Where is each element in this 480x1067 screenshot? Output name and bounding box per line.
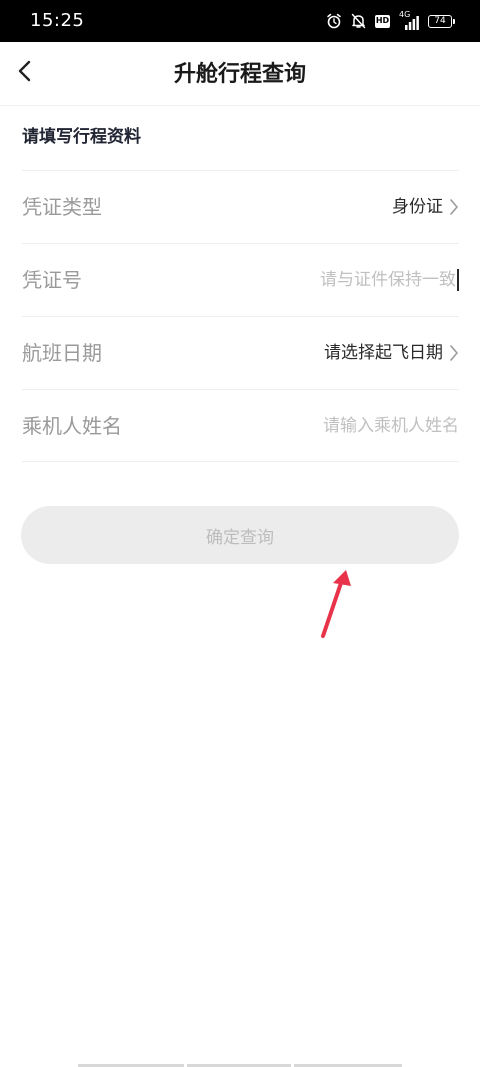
confirm-query-button[interactable]: 确定查询 xyxy=(21,506,459,564)
passenger-name-label: 乘机人姓名 xyxy=(22,413,122,438)
passenger-name-row: 乘机人姓名 xyxy=(22,389,459,462)
text-cursor xyxy=(457,269,459,291)
battery-level: 74 xyxy=(434,15,446,26)
id-type-label: 凭证类型 xyxy=(22,195,102,219)
flight-date-label: 航班日期 xyxy=(22,341,102,365)
id-type-selector[interactable]: 身份证 xyxy=(392,195,459,219)
id-number-input[interactable] xyxy=(236,270,456,290)
chevron-right-icon xyxy=(449,198,459,216)
flight-date-value: 请选择起飞日期 xyxy=(324,343,443,363)
battery-icon: 74 xyxy=(428,14,455,28)
annotation-arrow-icon xyxy=(321,570,351,638)
id-type-row[interactable]: 凭证类型 身份证 xyxy=(22,170,459,243)
status-time: 15:25 xyxy=(30,10,85,31)
id-number-row: 凭证号 xyxy=(22,243,459,316)
status-icons: HD 4G 74 xyxy=(326,10,455,32)
passenger-name-input-wrap xyxy=(239,415,459,436)
flight-date-row[interactable]: 航班日期 请选择起飞日期 xyxy=(22,316,459,389)
section-title: 请填写行程资料 xyxy=(22,127,141,147)
alarm-icon xyxy=(326,13,342,29)
flight-date-selector[interactable]: 请选择起飞日期 xyxy=(324,341,459,365)
mute-bell-icon xyxy=(351,13,366,29)
page-title: 升舱行程查询 xyxy=(173,62,306,87)
id-type-value: 身份证 xyxy=(392,197,443,217)
signal-icon: 4G xyxy=(399,10,419,30)
id-number-label: 凭证号 xyxy=(22,268,82,292)
nav-bar: 升舱行程查询 xyxy=(0,42,480,106)
id-number-input-wrap xyxy=(236,269,459,291)
hd-badge: HD xyxy=(375,14,390,28)
passenger-name-input[interactable] xyxy=(239,415,459,436)
status-bar: 15:25 HD 4G 74 xyxy=(0,0,480,42)
chevron-right-icon xyxy=(449,344,459,362)
